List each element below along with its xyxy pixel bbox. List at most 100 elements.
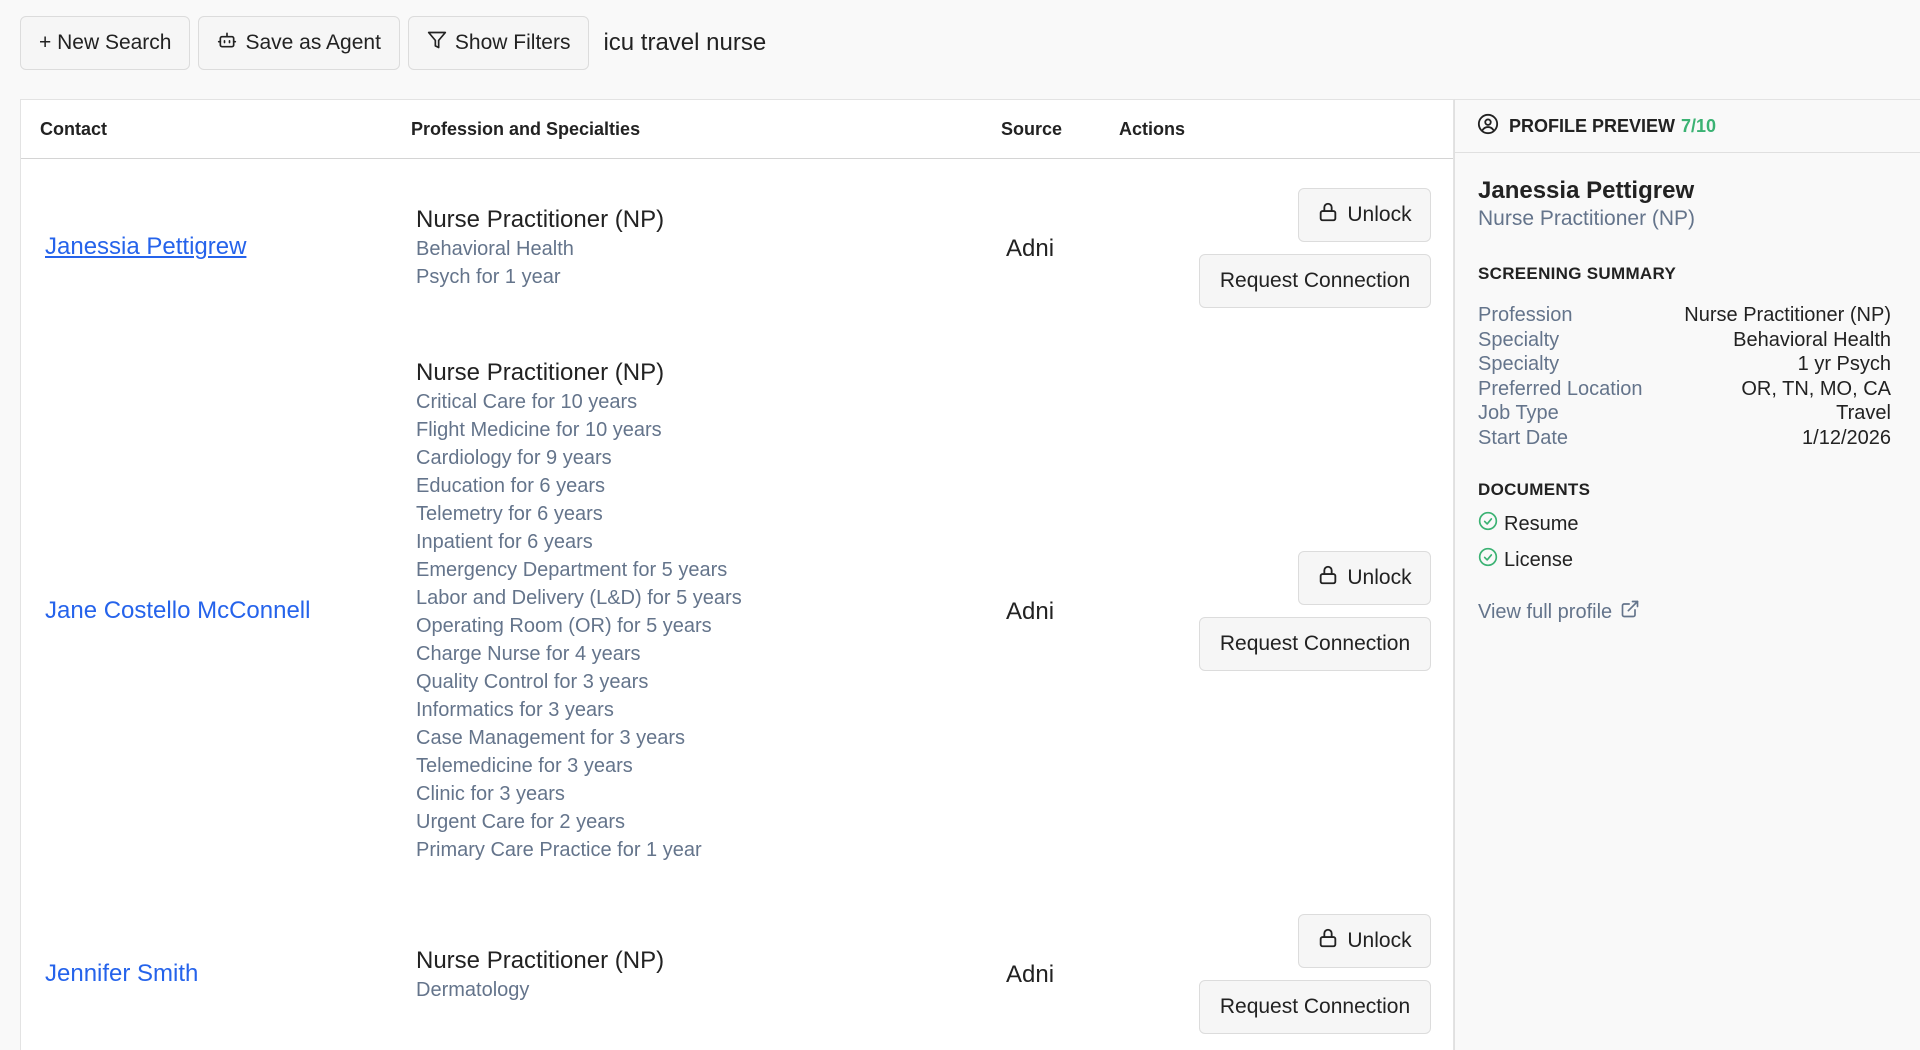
summary-value: Nurse Practitioner (NP) bbox=[1684, 304, 1891, 326]
panel-header: PROFILE PREVIEW 7/10 bbox=[1455, 100, 1920, 153]
summary-row: Specialty Behavioral Health bbox=[1478, 328, 1891, 353]
match-score: 7/10 bbox=[1681, 115, 1717, 136]
source-cell: Adni bbox=[1006, 235, 1055, 262]
specialty-item: Cardiology for 9 years bbox=[416, 447, 612, 469]
request-connection-button[interactable]: Request Connection bbox=[1199, 617, 1431, 671]
screening-summary-list: Profession Nurse Practitioner (NP) Specia… bbox=[1478, 303, 1891, 450]
specialty-item: Behavioral Health bbox=[416, 238, 574, 260]
profession-cell: Nurse Practitioner (NP) Dermatology bbox=[416, 946, 664, 1004]
summary-key: Job Type bbox=[1478, 402, 1559, 424]
header-profession: Profession and Specialties bbox=[411, 119, 641, 139]
unlock-label: Unlock bbox=[1347, 203, 1412, 226]
specialty-item: Psych for 1 year bbox=[416, 266, 561, 288]
specialty-item: Emergency Department for 5 years bbox=[416, 559, 728, 581]
request-connection-button[interactable]: Request Connection bbox=[1199, 980, 1431, 1034]
specialty-item: Urgent Care for 2 years bbox=[416, 811, 625, 833]
request-connection-button[interactable]: Request Connection bbox=[1199, 254, 1431, 308]
view-full-profile-label: View full profile bbox=[1478, 600, 1613, 623]
summary-key: Profession bbox=[1478, 304, 1573, 326]
summary-value: OR, TN, MO, CA bbox=[1741, 377, 1891, 400]
table-header: Contact Profession and Specialties Sourc… bbox=[21, 100, 1453, 159]
unlock-button[interactable]: Unlock bbox=[1298, 914, 1431, 968]
documents-heading: DOCUMENTS bbox=[1478, 480, 1591, 499]
specialty-item: Primary Care Practice for 1 year bbox=[416, 839, 702, 861]
summary-row: Start Date 1/12/2026 bbox=[1478, 426, 1891, 451]
source-cell: Adni bbox=[1006, 598, 1055, 625]
summary-row: Specialty 1 yr Psych bbox=[1478, 352, 1891, 377]
filter-icon bbox=[427, 30, 447, 56]
preview-name: Janessia Pettigrew bbox=[1478, 177, 1695, 204]
specialty-item: Critical Care for 10 years bbox=[416, 391, 638, 413]
show-filters-button[interactable]: Show Filters bbox=[407, 16, 590, 70]
results-table: Contact Profession and Specialties Sourc… bbox=[20, 99, 1454, 1050]
contact-name-link[interactable]: Jennifer Smith bbox=[45, 960, 198, 988]
specialty-item: Inpatient for 6 years bbox=[416, 531, 593, 553]
summary-value: 1/12/2026 bbox=[1802, 426, 1891, 449]
profile-preview-panel: PROFILE PREVIEW 7/10 Janessia Pettigrew … bbox=[1454, 99, 1920, 1050]
summary-value: 1 yr Psych bbox=[1797, 353, 1891, 375]
summary-row: Profession Nurse Practitioner (NP) bbox=[1478, 303, 1891, 328]
specialty-item: Operating Room (OR) for 5 years bbox=[416, 615, 712, 637]
new-search-button[interactable]: + New Search bbox=[20, 16, 191, 70]
specialty-item: Charge Nurse for 4 years bbox=[416, 643, 641, 665]
summary-value: Behavioral Health bbox=[1733, 328, 1891, 351]
profession-cell: Nurse Practitioner (NP) Behavioral Healt… bbox=[416, 205, 664, 291]
summary-value: Travel bbox=[1836, 402, 1891, 424]
request-connection-label: Request Connection bbox=[1219, 632, 1411, 655]
new-search-label: + New Search bbox=[39, 31, 172, 54]
unlock-label: Unlock bbox=[1347, 566, 1412, 589]
request-connection-label: Request Connection bbox=[1219, 269, 1411, 292]
specialty-item: Case Management for 3 years bbox=[416, 727, 686, 749]
save-as-agent-button[interactable]: Save as Agent bbox=[198, 16, 400, 70]
document-item: License bbox=[1478, 547, 1573, 573]
summary-key: Specialty bbox=[1478, 328, 1560, 351]
summary-key: Preferred Location bbox=[1478, 377, 1643, 400]
source-cell: Adni bbox=[1006, 961, 1055, 988]
profession-cell: Nurse Practitioner (NP) Critical Care fo… bbox=[416, 358, 742, 864]
save-as-agent-label: Save as Agent bbox=[245, 31, 381, 54]
summary-key: Specialty bbox=[1478, 353, 1560, 375]
specialty-item: Dermatology bbox=[416, 979, 530, 1001]
unlock-button[interactable]: Unlock bbox=[1298, 551, 1431, 605]
summary-row: Job Type Travel bbox=[1478, 401, 1891, 426]
header-contact: Contact bbox=[40, 119, 107, 139]
specialty-item: Labor and Delivery (L&D) for 5 years bbox=[416, 587, 742, 609]
profession-title: Nurse Practitioner (NP) bbox=[416, 206, 665, 233]
show-filters-label: Show Filters bbox=[454, 31, 571, 54]
header-source: Source bbox=[1001, 119, 1063, 139]
screening-summary-heading: SCREENING SUMMARY bbox=[1478, 264, 1677, 283]
contact-name-link[interactable]: Janessia Pettigrew bbox=[45, 233, 246, 261]
profession-title: Nurse Practitioner (NP) bbox=[416, 359, 665, 386]
check-circle-icon bbox=[1478, 547, 1498, 573]
robot-icon bbox=[217, 30, 237, 56]
toolbar: + New Search Save as Agent Show Filters … bbox=[20, 16, 766, 70]
search-query-text: icu travel nurse bbox=[603, 29, 767, 56]
document-label: License bbox=[1504, 548, 1573, 571]
document-item: Resume bbox=[1478, 511, 1578, 537]
summary-row: Preferred Location OR, TN, MO, CA bbox=[1478, 377, 1891, 402]
request-connection-label: Request Connection bbox=[1219, 995, 1411, 1018]
unlock-button[interactable]: Unlock bbox=[1298, 188, 1431, 242]
lock-icon bbox=[1317, 927, 1339, 955]
header-actions: Actions bbox=[1119, 119, 1186, 139]
preview-profession: Nurse Practitioner (NP) bbox=[1478, 207, 1696, 230]
specialty-item: Quality Control for 3 years bbox=[416, 671, 649, 693]
specialty-item: Informatics for 3 years bbox=[416, 699, 614, 721]
lock-icon bbox=[1317, 564, 1339, 592]
specialty-item: Education for 6 years bbox=[416, 475, 605, 497]
lock-icon bbox=[1317, 201, 1339, 229]
specialty-item: Flight Medicine for 10 years bbox=[416, 419, 662, 441]
check-circle-icon bbox=[1478, 511, 1498, 537]
external-link-icon bbox=[1620, 599, 1640, 625]
profession-title: Nurse Practitioner (NP) bbox=[416, 947, 665, 974]
document-label: Resume bbox=[1504, 512, 1579, 535]
view-full-profile-link[interactable]: View full profile bbox=[1478, 599, 1640, 625]
user-circle-icon bbox=[1477, 113, 1499, 140]
unlock-label: Unlock bbox=[1347, 929, 1412, 952]
specialty-item: Telemedicine for 3 years bbox=[416, 755, 633, 777]
panel-title: PROFILE PREVIEW bbox=[1509, 115, 1676, 136]
specialty-item: Telemetry for 6 years bbox=[416, 503, 603, 525]
specialty-item: Clinic for 3 years bbox=[416, 783, 565, 805]
summary-key: Start Date bbox=[1478, 426, 1569, 449]
contact-name-link[interactable]: Jane Costello McConnell bbox=[45, 597, 310, 625]
